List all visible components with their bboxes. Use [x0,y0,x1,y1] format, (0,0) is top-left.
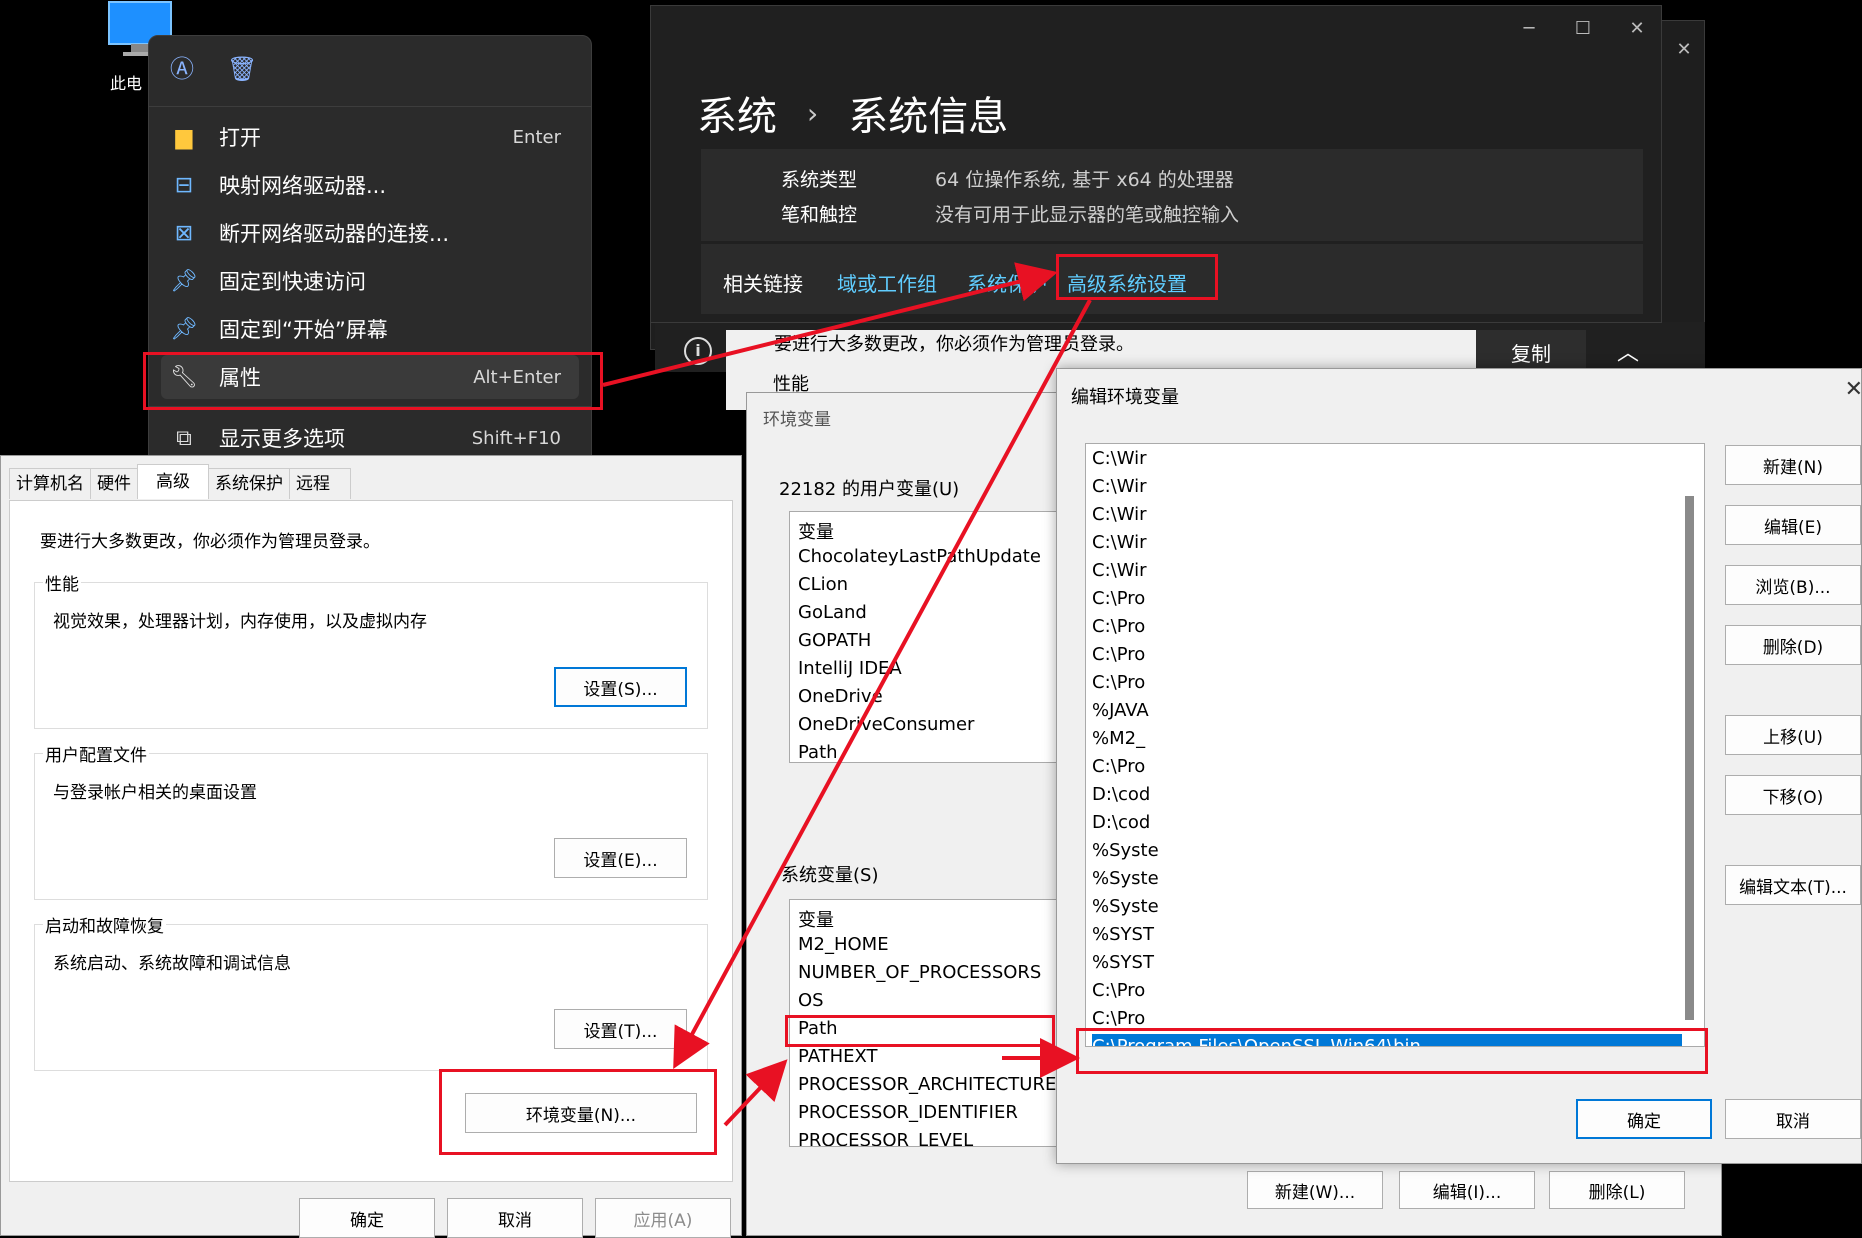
arrow-env-to-path [723,1059,788,1127]
arrow-advanced-to-env [673,299,1092,1070]
arrow-properties-to-advanced [602,262,1058,387]
annotation-arrows [602,262,1092,1127]
